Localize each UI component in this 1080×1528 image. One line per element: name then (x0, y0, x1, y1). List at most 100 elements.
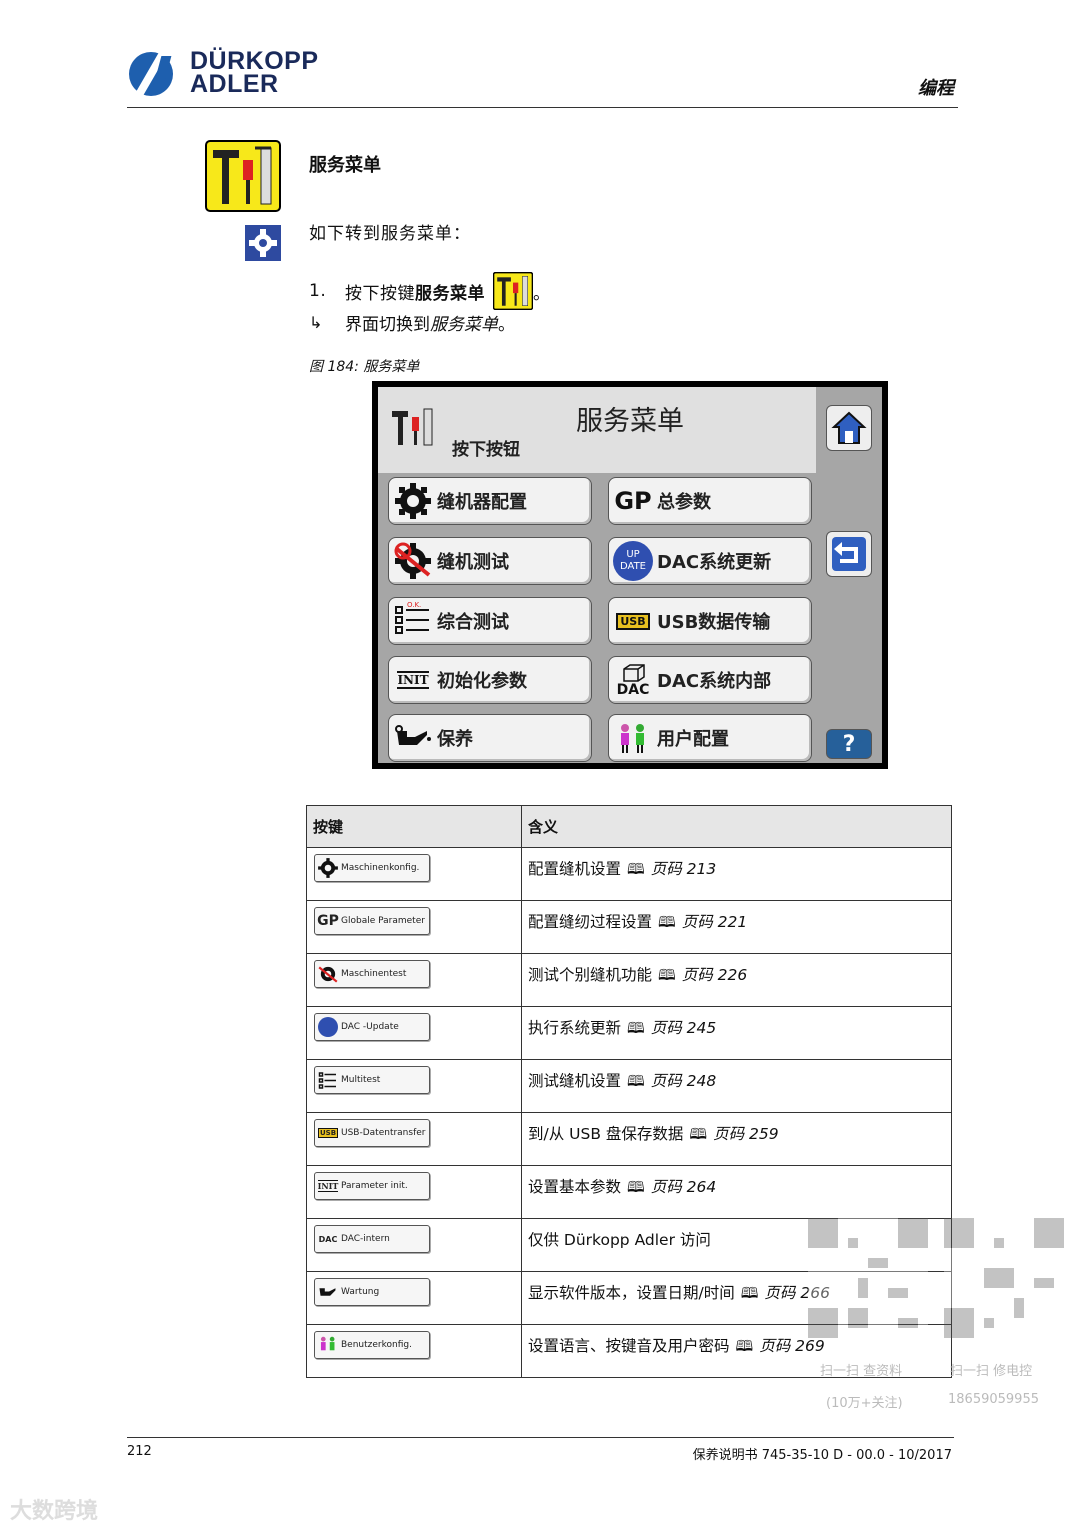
gear-test-icon (394, 542, 431, 579)
help-icon: ? (842, 731, 856, 757)
column-header-key: 按键 (306, 805, 522, 848)
update-icon: UP DATE (613, 541, 653, 581)
machine-test-button[interactable]: 缝机测试 (388, 537, 592, 585)
page-ref: 页码 221 (681, 913, 748, 931)
result-arrow-icon: ↳ (309, 313, 323, 332)
meaning-text: 设置语言、按键音及用户密码 (528, 1337, 730, 1355)
watermark-left-sub: (10万+关注) (826, 1396, 903, 1411)
column-header-meaning: 含义 (521, 805, 952, 848)
oil-can-icon (395, 725, 431, 745)
button-label: USB数据传输 (657, 612, 771, 633)
key-label: Maschinenkonfig. (341, 863, 420, 873)
checklist-icon (318, 1072, 336, 1089)
usb-icon: USB (317, 1128, 339, 1138)
service-menu-screen: 服务菜单 按下按钮 缝机器配置 缝机测试 O.K. 综合测试 INIT 初始化参… (372, 381, 888, 769)
maintenance-button[interactable]: 保养 (388, 714, 592, 762)
home-button[interactable] (826, 405, 872, 451)
durkopp-adler-logo (129, 51, 173, 99)
page-title: 服务菜单 (309, 155, 381, 176)
qr-code-left (808, 1218, 928, 1338)
table-row: Multitest 测试缝机设置 🕮 页码 248 (306, 1059, 952, 1113)
watermark-right-label: 扫一扫 修电控 (950, 1364, 1033, 1379)
help-button[interactable]: ? (826, 729, 872, 759)
step-number: 1. (309, 281, 327, 301)
button-label: 总参数 (657, 492, 711, 513)
init-icon: INIT (317, 1180, 339, 1192)
usb-icon: USB (616, 612, 650, 630)
machine-test-key: Maschinentest (314, 960, 430, 988)
step-key-name: 服务菜单 (415, 283, 485, 304)
result-end: 。 (498, 315, 515, 335)
meaning-text: 执行系统更新 (528, 1019, 622, 1037)
book-icon: 🕮 (740, 1284, 759, 1302)
multitest-button[interactable]: O.K. 综合测试 (388, 597, 592, 645)
machine-config-button[interactable]: 缝机器配置 (388, 477, 592, 525)
step-text: 按下按键 (345, 283, 415, 304)
button-label: 缝机器配置 (437, 492, 527, 513)
meaning-text: 显示软件版本，设置日期/时间 (528, 1284, 735, 1302)
corner-watermark: 大数跨境 (10, 1499, 99, 1524)
dac-icon: DAC (318, 1234, 338, 1244)
page-ref: 页码 264 (650, 1178, 717, 1196)
operating-mode-icon (245, 225, 281, 261)
oil-can-icon (319, 1288, 336, 1296)
screen-header: 服务菜单 按下按钮 (378, 387, 816, 473)
result-line: ↳ 界面切换到 服务菜单 。 (309, 310, 515, 335)
key-label: Globale Parameter (341, 916, 425, 926)
key-label: DAC -Update (341, 1022, 399, 1032)
usb-transfer-button[interactable]: USB USB数据传输 (608, 597, 812, 645)
book-icon: 🕮 (627, 860, 645, 878)
table-header-row: 按键 含义 (306, 805, 952, 848)
user-config-button[interactable]: 用户配置 (608, 714, 812, 762)
dac-update-button[interactable]: UP DATE DAC系统更新 (608, 537, 812, 585)
button-label: 缝机测试 (437, 552, 509, 573)
meaning-text: 测试缝机设置 (528, 1072, 622, 1090)
dac-update-key: DAC -Update (314, 1013, 430, 1041)
key-label: Multitest (341, 1075, 381, 1085)
table-row: DAC -Update 执行系统更新 🕮 页码 245 (306, 1006, 952, 1060)
page-ref: 页码 269 (759, 1337, 825, 1355)
table-row: Maschinenkonfig. 配置缝机设置 🕮 页码 213 (306, 847, 952, 901)
key-label: Maschinentest (341, 969, 407, 979)
maintenance-key: Wartung (314, 1278, 430, 1306)
document-id: 保养说明书 745-35-10 D - 00.0 - 10/2017 (692, 1448, 952, 1463)
gear-test-icon (318, 966, 338, 983)
back-arrow-icon (832, 537, 866, 571)
back-button[interactable] (826, 531, 872, 577)
brand-line2: ADLER (190, 70, 279, 98)
machine-config-key: Maschinenkonfig. (314, 854, 430, 882)
meaning-text: 仅供 Dürkopp Adler 访问 (528, 1231, 711, 1249)
update-icon (318, 1017, 338, 1037)
watermark-left-label: 扫一扫 查资料 (820, 1364, 903, 1379)
meaning-text: 配置缝机设置 (528, 860, 622, 878)
book-icon: 🕮 (627, 1019, 645, 1037)
figure-caption: 图 184: 服务菜单 (309, 359, 420, 375)
init-params-button[interactable]: INIT 初始化参数 (388, 656, 592, 704)
gp-icon: GP (614, 487, 652, 515)
step-end: 。 (533, 283, 551, 304)
meaning-text: 设置基本参数 (528, 1178, 622, 1196)
qr-code-right (944, 1218, 1064, 1338)
global-params-key: GP Globale Parameter (314, 907, 430, 935)
screen-title: 服务菜单 (576, 406, 684, 437)
button-label: 保养 (437, 729, 473, 750)
gear-icon (318, 858, 338, 878)
page-ref: 页码 245 (650, 1019, 717, 1037)
dac-icon (623, 664, 645, 682)
checklist-icon: O.K. (395, 601, 429, 634)
svg-text:O.K.: O.K. (407, 601, 421, 609)
book-icon: 🕮 (627, 1178, 645, 1196)
book-icon: 🕮 (735, 1337, 754, 1355)
book-icon: 🕮 (658, 913, 676, 931)
page-ref: 页码 213 (650, 860, 717, 878)
button-label: DAC系统更新 (657, 552, 772, 573)
init-params-key: INIT Parameter init. (314, 1172, 430, 1200)
gear-icon (395, 483, 431, 519)
dac-internal-button[interactable]: DAC DAC系统内部 (608, 656, 812, 704)
usb-transfer-key: USB USB-Datentransfer (314, 1119, 430, 1147)
meaning-text: 到/从 USB 盘保存数据 (528, 1125, 684, 1143)
step-1: 1. 按下按键 服务菜单 。 (309, 272, 551, 310)
init-icon: INIT (397, 671, 429, 689)
global-params-button[interactable]: GP 总参数 (608, 477, 812, 525)
button-label: DAC系统内部 (657, 671, 772, 692)
